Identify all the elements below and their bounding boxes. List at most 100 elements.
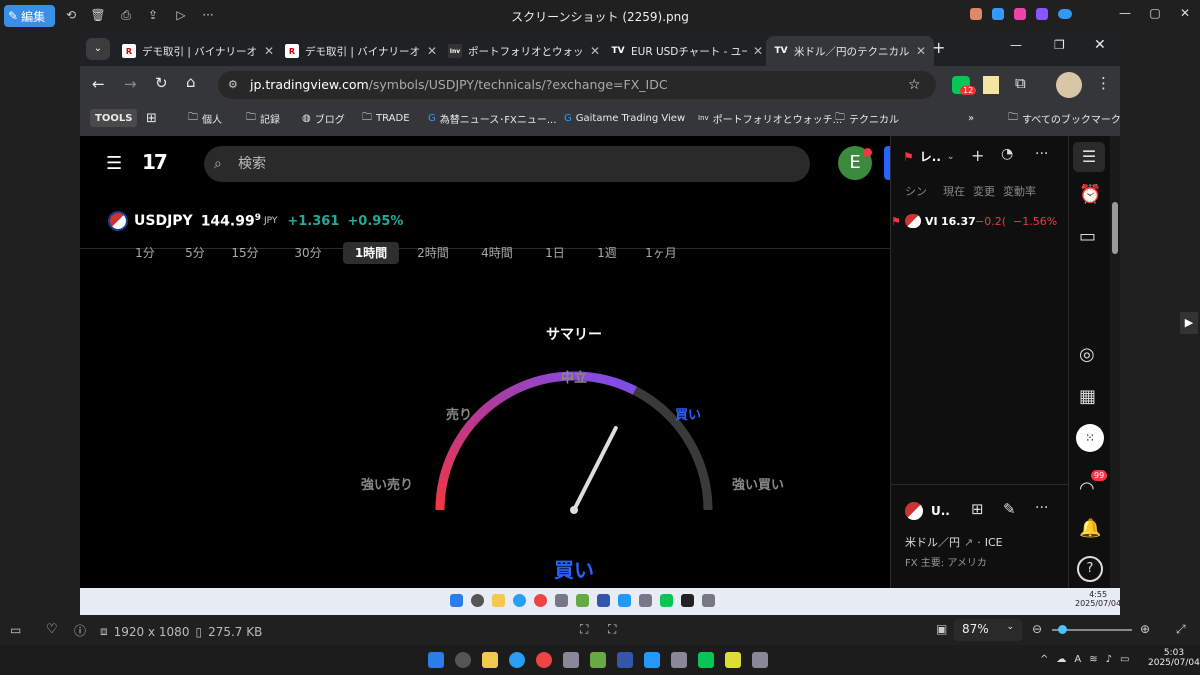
share-icon[interactable]: ⇪ [145, 7, 161, 23]
products-grid-icon[interactable]: ⁙ [1076, 424, 1104, 452]
zoom-slider-thumb[interactable] [1058, 625, 1067, 634]
bell-icon[interactable]: 🔔 [1079, 518, 1101, 539]
interval-tab[interactable]: 30分 [290, 242, 326, 264]
edit-app-icon[interactable] [992, 8, 1004, 20]
next-image-icon[interactable]: ▶ [1180, 312, 1198, 334]
fullscreen-icon[interactable]: ⤢ [1176, 622, 1186, 637]
advanced-view-icon[interactable]: ◔ [1001, 146, 1013, 162]
chrome-menu-icon[interactable]: ⋮ [1096, 74, 1111, 92]
tab-search-icon[interactable]: ⌄ [86, 38, 110, 60]
tab-eurusd[interactable]: TV EUR USDチャート - ユー ✕ [603, 36, 771, 66]
tradingview-logo-icon[interactable]: 17 [142, 150, 168, 174]
help-icon[interactable]: ? [1077, 556, 1103, 582]
search-icon[interactable] [455, 652, 471, 668]
chrome-icon[interactable] [536, 652, 552, 668]
info-icon[interactable]: ⓘ [74, 622, 86, 639]
details-more-icon[interactable]: ··· [1035, 500, 1048, 516]
zoom-in-icon[interactable]: ⊕ [1140, 622, 1150, 636]
ideas-target-icon[interactable]: ◎ [1079, 344, 1095, 365]
tab-close-icon[interactable]: ✕ [590, 44, 600, 58]
bookmark-gaitame-tv[interactable]: G Gaitame Trading View [564, 109, 685, 127]
forward-icon[interactable]: → [124, 75, 137, 93]
calendar-icon[interactable]: ▦ [1079, 386, 1096, 407]
chat-icon[interactable]: ▭ [1079, 226, 1096, 247]
edge-icon[interactable] [509, 652, 525, 668]
close-icon[interactable]: ✕ [1170, 6, 1200, 20]
tab-demo-1[interactable]: R デモ取引 | バイナリーオプ ✕ [114, 36, 282, 66]
chrome-minimize-icon[interactable]: — [1010, 38, 1022, 52]
bookmark-tools[interactable]: TOOLS [90, 109, 138, 127]
alarm-clock-icon[interactable]: ⏰ [1079, 184, 1101, 205]
onedrive-icon[interactable] [1058, 9, 1072, 19]
bookmark-all[interactable]: 🗀 すべてのブックマーク [1008, 109, 1121, 127]
interval-tab[interactable]: 15分 [229, 242, 261, 264]
details-name[interactable]: 米ドル／円 [905, 534, 960, 550]
tab-close-icon[interactable]: ✕ [264, 44, 274, 58]
chrome-close-icon[interactable]: ✕ [1094, 37, 1106, 53]
app-icon[interactable] [617, 652, 633, 668]
app-icon[interactable] [590, 652, 606, 668]
onedrive-icon[interactable]: ☁ [1056, 654, 1066, 665]
app-icon[interactable] [644, 652, 660, 668]
interval-tab[interactable]: 2時間 [413, 242, 453, 264]
interval-tab[interactable]: 1時間 [343, 242, 399, 264]
interval-tab[interactable]: 1日 [540, 242, 570, 264]
actual-size-icon[interactable]: ⛶ [608, 622, 616, 637]
interval-tab[interactable]: 1分 [130, 242, 160, 264]
designer-icon[interactable] [1036, 8, 1048, 20]
print-icon[interactable]: ⎙ [118, 7, 134, 23]
interval-tab[interactable]: 5分 [180, 242, 210, 264]
watchlist-icon[interactable]: ☰ [1073, 142, 1105, 172]
bookmark-folder-records[interactable]: 🗀 記録 [246, 109, 280, 127]
note-edit-icon[interactable]: ✎ [1003, 500, 1016, 518]
watchlist-title[interactable]: ⚑ レ.. ⌄ [903, 148, 954, 165]
app-icon[interactable] [671, 652, 687, 668]
interval-tab[interactable]: 4時間 [477, 242, 517, 264]
scrollbar-thumb[interactable] [1112, 202, 1118, 254]
battery-icon[interactable]: ▭ [1120, 654, 1129, 665]
bookmark-folder-technical[interactable]: 🗀 テクニカル [835, 109, 899, 127]
volume-icon[interactable]: ♪ [1106, 654, 1112, 665]
tab-demo-2[interactable]: R デモ取引 | バイナリーオプ ✕ [277, 36, 445, 66]
back-icon[interactable]: ← [92, 75, 105, 93]
bookmark-portfolio[interactable]: Inv ポートフォリオとウォッチ... [698, 109, 842, 127]
fit-icon[interactable]: ⛶ [580, 622, 588, 637]
chevron-up-icon[interactable]: ^ [1040, 654, 1048, 665]
bookmark-folder-personal[interactable]: 🗀 個人 [188, 109, 222, 127]
new-tab-icon[interactable]: + [932, 38, 945, 57]
start-icon[interactable] [428, 652, 444, 668]
clipchamp-icon[interactable] [1014, 8, 1026, 20]
bookmark-fx-news[interactable]: G 為替ニュース･FXニュー... [428, 109, 556, 127]
clock[interactable]: 5:03 2025/07/04 [1148, 648, 1200, 668]
app-icon[interactable] [725, 652, 741, 668]
bookmark-star-icon[interactable]: ☆ [908, 71, 921, 99]
rotate-icon[interactable]: ⟲ [63, 7, 79, 23]
watchlist-row[interactable]: ⚑ VI 16.37 −0.2( −1.56% [891, 208, 1069, 234]
extensions-puzzle-icon[interactable]: ⧉ [1015, 74, 1026, 92]
layout-grid-icon[interactable]: ⊞ [971, 500, 984, 518]
app-icon[interactable] [563, 652, 579, 668]
hamburger-menu-icon[interactable]: ☰ [106, 153, 122, 174]
edit-button[interactable]: ✎ 編集 [4, 5, 55, 27]
site-info-icon[interactable]: ⚙ [228, 71, 238, 99]
address-bar[interactable]: ⚙ jp.tradingview.com/symbols/USDJPY/tech… [218, 71, 936, 99]
tab-usdjpy-technicals[interactable]: TV 米ドル／円のテクニカル ✕ [766, 36, 934, 66]
tab-close-icon[interactable]: ✕ [916, 44, 926, 58]
home-icon[interactable]: ⌂ [186, 73, 196, 91]
minimize-icon[interactable]: — [1110, 6, 1140, 20]
zoom-select[interactable]: 87% ⌄ [954, 619, 1022, 641]
wifi-icon[interactable]: ≋ [1089, 654, 1097, 665]
more-icon[interactable]: ··· [200, 7, 216, 23]
add-symbol-icon[interactable]: + [971, 146, 984, 165]
slideshow-icon[interactable]: ▷ [173, 7, 189, 23]
bookmark-blog[interactable]: ◍ ブログ [302, 109, 345, 127]
page-scrollbar[interactable] [1110, 136, 1120, 588]
chrome-restore-icon[interactable]: ❐ [1054, 38, 1065, 52]
memo-extension-icon[interactable] [983, 76, 999, 94]
filmstrip-icon[interactable]: ▭ [10, 623, 21, 637]
tab-portfolio[interactable]: Inv ポートフォリオとウォッチ・ ✕ [440, 36, 608, 66]
zoom-out-icon[interactable]: ⊖ [1032, 622, 1042, 636]
explorer-icon[interactable] [482, 652, 498, 668]
more-options-icon[interactable]: ··· [1035, 146, 1048, 162]
interval-tab[interactable]: 1ヶ月 [643, 242, 679, 264]
